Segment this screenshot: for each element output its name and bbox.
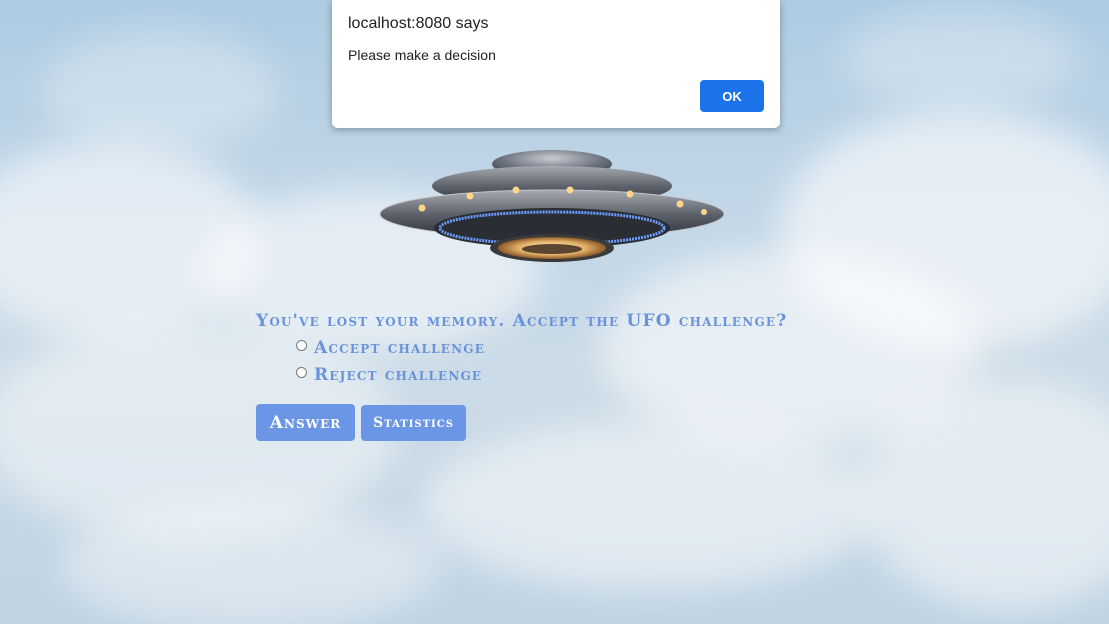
cloud-decoration xyxy=(60,500,440,627)
accept-radio[interactable] xyxy=(296,339,307,351)
option-accept[interactable]: Accept challenge xyxy=(296,337,816,359)
ok-button[interactable]: OK xyxy=(700,80,764,112)
reject-radio[interactable] xyxy=(296,366,307,378)
option-reject[interactable]: Reject challenge xyxy=(296,364,816,386)
statistics-button[interactable]: Statistics xyxy=(361,405,466,441)
cloud-decoration xyxy=(840,10,1080,110)
question-text: You've lost your memory. Accept the UFO … xyxy=(256,311,788,331)
answer-button[interactable]: Answer xyxy=(256,404,355,441)
cloud-decoration xyxy=(420,420,880,590)
alert-dialog: localhost:8080 says Please make a decisi… xyxy=(332,0,780,128)
option-label-reject: Reject challenge xyxy=(314,365,483,385)
button-row: Answer Statistics xyxy=(256,404,816,441)
ufo-image xyxy=(379,150,725,262)
dialog-title: localhost:8080 says xyxy=(348,15,489,32)
dialog-message: Please make a decision xyxy=(348,47,496,63)
challenge-form: You've lost your memory. Accept the UFO … xyxy=(256,310,816,441)
option-label-accept: Accept challenge xyxy=(314,338,486,358)
cloud-decoration xyxy=(40,30,280,150)
page-background: You've lost your memory. Accept the UFO … xyxy=(0,0,1109,627)
